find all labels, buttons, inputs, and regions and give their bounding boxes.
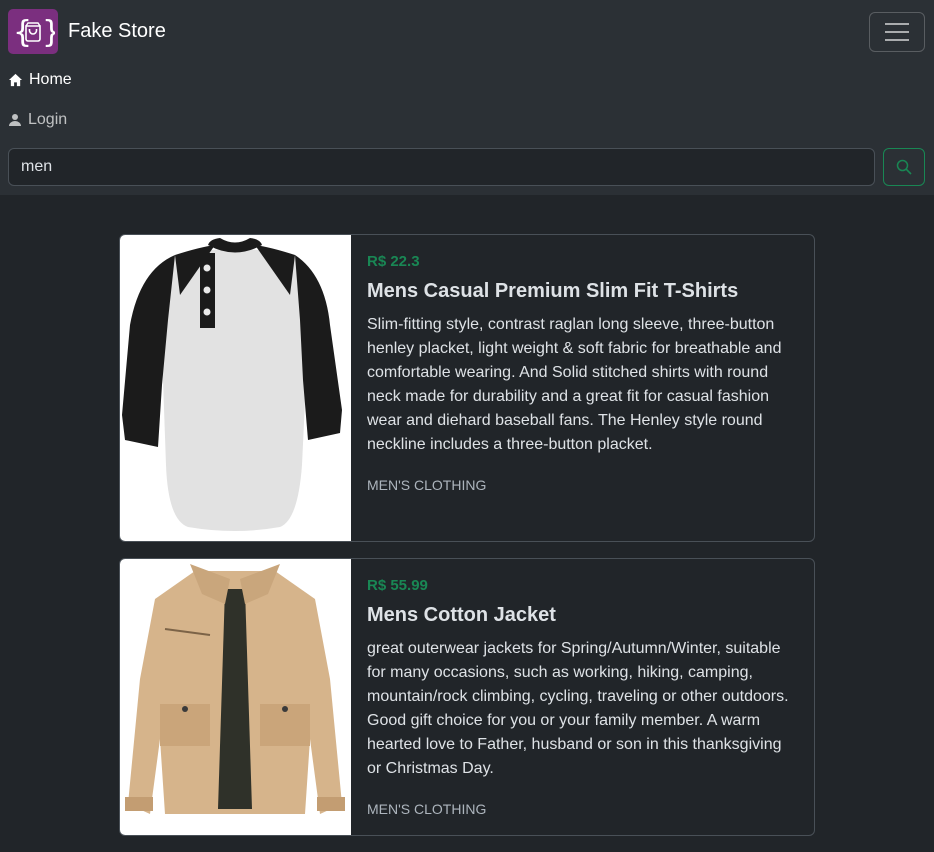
navbar-toggler-button[interactable]: [869, 12, 925, 52]
raglan-henley-shirt-image[interactable]: [120, 235, 351, 541]
khaki-cotton-jacket-image[interactable]: [120, 559, 351, 835]
search-form: [8, 148, 925, 186]
navbar: { } Fake Store Home Login: [0, 0, 934, 195]
search-button[interactable]: [883, 148, 925, 186]
product-list: R$ 22.3 Mens Casual Premium Slim Fit T-S…: [119, 234, 815, 852]
brand-name: Fake Store: [68, 20, 166, 42]
product-price: R$ 55.99: [367, 577, 428, 594]
product-title[interactable]: Mens Cotton Jacket: [367, 604, 798, 627]
home-icon: [8, 73, 23, 87]
search-input[interactable]: [8, 148, 875, 186]
product-card-body: R$ 55.99 Mens Cotton Jacket great outerw…: [351, 559, 814, 835]
product-description: great outerwear jackets for Spring/Autum…: [367, 640, 789, 777]
product-category: men's clothing: [367, 477, 487, 493]
search-icon: [896, 159, 912, 175]
product-card-body: R$ 22.3 Mens Casual Premium Slim Fit T-S…: [351, 235, 814, 541]
nav-item-label: Login: [28, 111, 68, 128]
user-icon: [9, 114, 21, 126]
product-category: men's clothing: [367, 801, 487, 817]
svg-text:}: }: [42, 15, 55, 50]
nav-item-home[interactable]: Home: [8, 71, 72, 89]
nav-item-label: Home: [29, 71, 72, 88]
product-card[interactable]: R$ 22.3 Mens Casual Premium Slim Fit T-S…: [119, 234, 815, 542]
product-description: Slim-fitting style, contrast raglan long…: [367, 316, 782, 453]
product-title[interactable]: Mens Casual Premium Slim Fit T-Shirts: [367, 280, 798, 303]
brand[interactable]: { } Fake Store: [8, 9, 166, 54]
product-card[interactable]: R$ 55.99 Mens Cotton Jacket great outerw…: [119, 558, 815, 836]
shopping-bag-logo-icon: { }: [8, 9, 58, 54]
hamburger-menu-icon: [885, 23, 909, 41]
nav-item-login[interactable]: Login: [8, 111, 67, 129]
product-price: R$ 22.3: [367, 253, 420, 270]
